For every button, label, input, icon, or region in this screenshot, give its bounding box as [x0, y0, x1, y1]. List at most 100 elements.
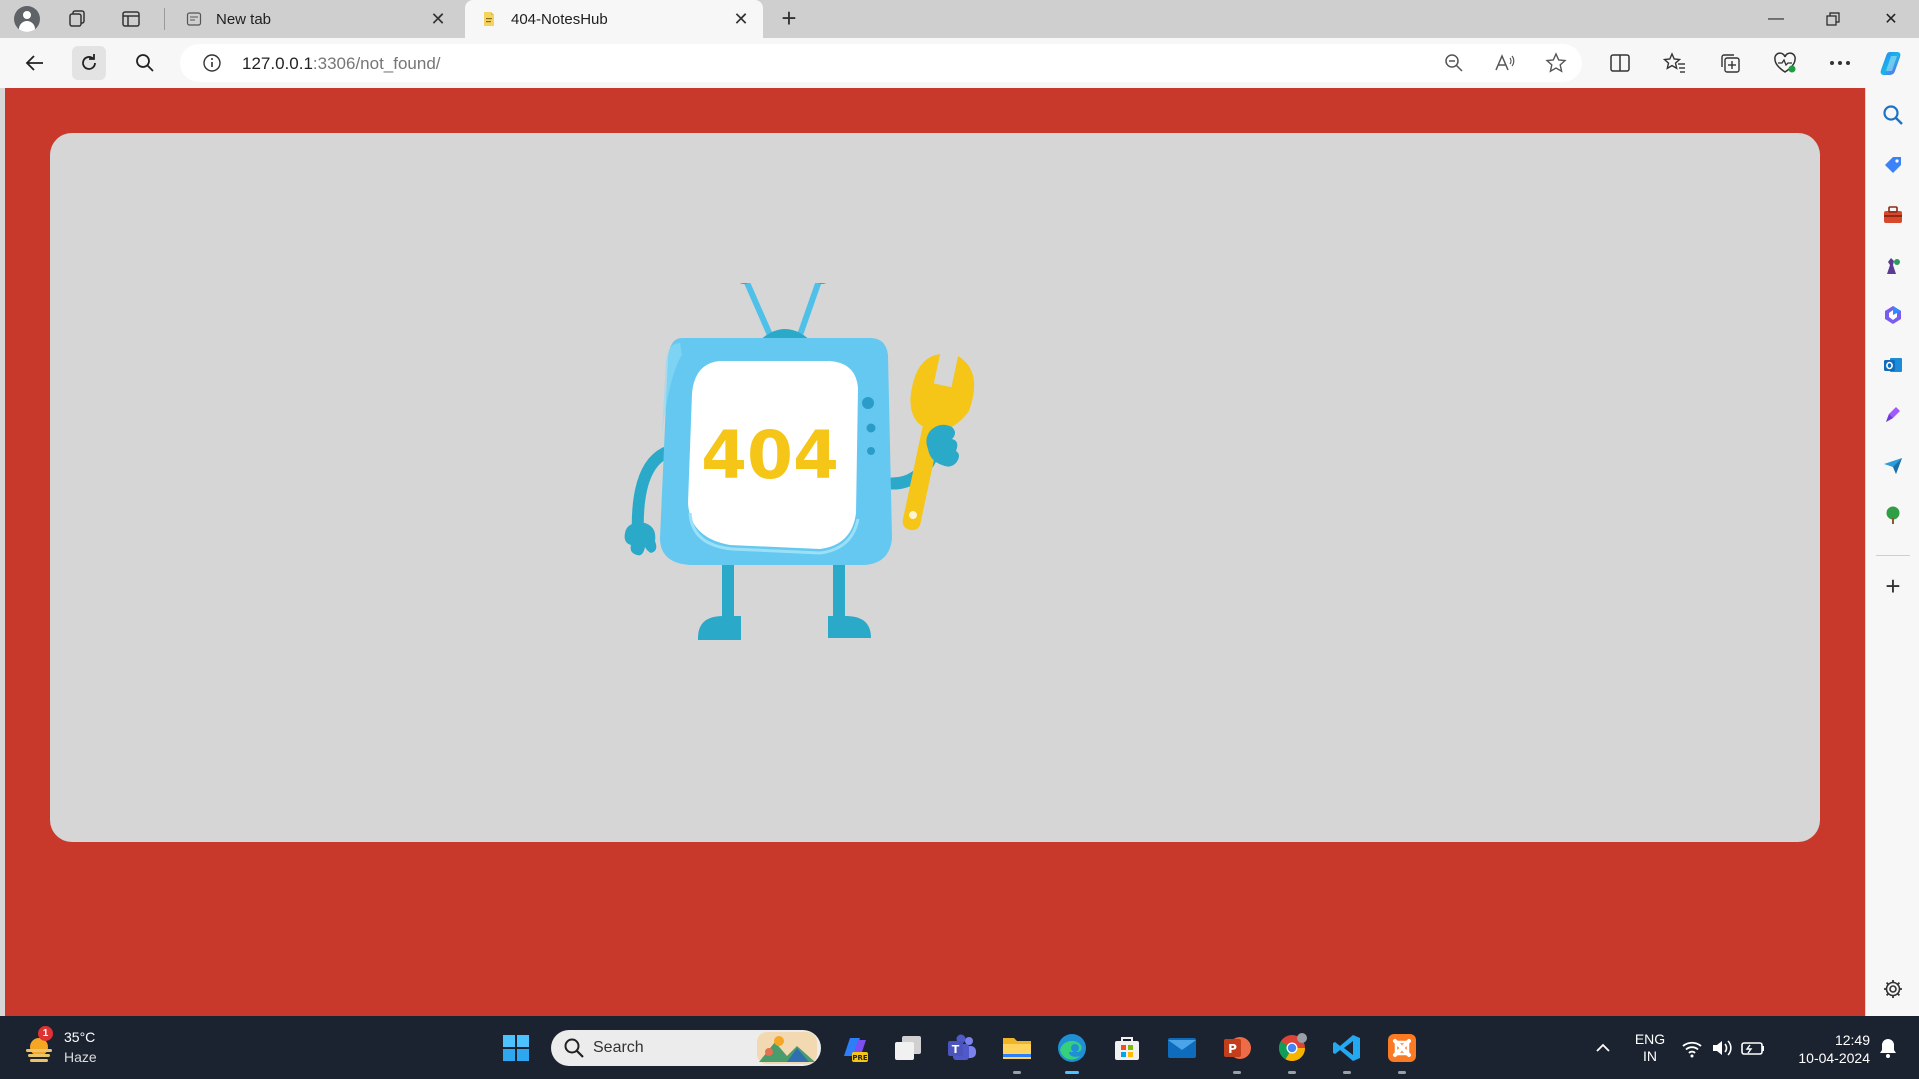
running-indicator: [1013, 1071, 1021, 1074]
vertical-tabs-button[interactable]: [117, 5, 145, 33]
favorites-button[interactable]: [1658, 46, 1692, 80]
sidebar-tree-button[interactable]: [1878, 500, 1908, 530]
store-icon: [1115, 1037, 1139, 1060]
restore-button[interactable]: [1810, 0, 1856, 38]
taskbar-copilot-preview[interactable]: PRE: [836, 1030, 872, 1066]
running-indicator: [1398, 1071, 1406, 1074]
tree-icon: [1886, 506, 1900, 524]
search-icon: [564, 1038, 584, 1058]
gear-icon: [1884, 980, 1902, 998]
show-hidden-icons-button[interactable]: [1585, 1030, 1621, 1066]
workspaces-button[interactable]: [63, 5, 91, 33]
back-button[interactable]: [18, 46, 52, 80]
weather-widget[interactable]: 1 35°C Haze: [22, 1026, 122, 1069]
url-text: 127.0.0.1:3306/not_found/: [242, 54, 441, 74]
site-info-icon[interactable]: [198, 49, 226, 77]
taskbar-file-explorer[interactable]: [999, 1030, 1035, 1074]
sidebar-add-button[interactable]: +: [1878, 571, 1908, 601]
teams-icon: T: [948, 1034, 976, 1060]
input-language-indicator[interactable]: ENG IN: [1630, 1031, 1670, 1065]
sidebar-divider: [1876, 555, 1910, 556]
reload-icon: [82, 54, 96, 70]
taskbar-ms-store[interactable]: [1109, 1030, 1145, 1066]
more-menu-button[interactable]: [1823, 46, 1857, 80]
svg-text:P: P: [1228, 1042, 1237, 1056]
sidebar-designer-button[interactable]: [1878, 400, 1908, 430]
system-tray-status[interactable]: [1680, 1030, 1770, 1066]
favorites-icon: [1663, 52, 1685, 73]
url-path: :3306/not_found/: [312, 54, 441, 73]
read-aloud-icon[interactable]: [1491, 49, 1519, 77]
taskbar-task-view[interactable]: [890, 1030, 926, 1066]
favorite-star-icon[interactable]: [1542, 49, 1570, 77]
reload-button[interactable]: [72, 46, 106, 80]
browser-essentials-button[interactable]: [1768, 46, 1802, 80]
taskbar-search-box[interactable]: Search: [551, 1030, 821, 1066]
search-icon: [1883, 105, 1903, 125]
chevron-up-icon: [1596, 1043, 1610, 1052]
copilot-pre-icon: PRE: [844, 1038, 868, 1062]
region-code: IN: [1643, 1048, 1657, 1064]
active-indicator: [1065, 1071, 1079, 1074]
address-bar[interactable]: 127.0.0.1:3306/not_found/: [180, 44, 1582, 82]
ellipsis-icon: [1830, 61, 1850, 65]
svg-text:PRE: PRE: [852, 1054, 868, 1062]
notification-center-button[interactable]: [1870, 1030, 1906, 1066]
title-bar: New tab ✕ 404-NotesHub ✕ + — ✕: [0, 0, 1919, 38]
split-screen-icon: [1610, 54, 1630, 72]
start-button[interactable]: [498, 1030, 534, 1066]
workspaces-icon: [69, 10, 85, 27]
new-tab-button[interactable]: +: [775, 5, 803, 33]
taskbar-search-label: Search: [593, 1039, 644, 1056]
sidebar-outlook-button[interactable]: [1878, 350, 1908, 380]
windows-taskbar: 1 35°C Haze Search PRE T P ENG IN 12:49 …: [0, 1016, 1919, 1079]
bell-icon: [1880, 1039, 1896, 1058]
page-background: 404: [5, 88, 1865, 1016]
tab-new-tab[interactable]: New tab ✕: [170, 0, 460, 38]
tabs-divider: [164, 8, 165, 30]
send-paper-plane-icon: [1884, 458, 1902, 474]
close-tab-icon[interactable]: ✕: [428, 9, 448, 29]
taskbar-edge[interactable]: [1054, 1030, 1090, 1074]
collections-icon: [1721, 54, 1740, 73]
profile-icon: [14, 6, 40, 32]
sidebar-drop-button[interactable]: [1878, 450, 1908, 480]
taskbar-vscode[interactable]: [1329, 1030, 1365, 1074]
close-tab-icon[interactable]: ✕: [731, 9, 751, 29]
taskbar-powerpoint[interactable]: P: [1219, 1030, 1255, 1074]
sidebar-tools-button[interactable]: [1878, 200, 1908, 230]
url-host: 127.0.0.1: [242, 54, 313, 73]
sidebar-shopping-button[interactable]: [1878, 150, 1908, 180]
vscode-icon: [1333, 1035, 1360, 1061]
heart-pulse-icon: [1774, 52, 1796, 73]
close-window-button[interactable]: ✕: [1868, 0, 1914, 38]
sidebar-settings-button[interactable]: [1878, 974, 1908, 1004]
not-found-card: 404: [50, 133, 1820, 842]
weather-condition: Haze: [64, 1049, 97, 1065]
split-screen-button[interactable]: [1603, 46, 1637, 80]
xampp-icon: [1388, 1034, 1416, 1062]
clock-widget[interactable]: 12:49 10-04-2024: [1780, 1031, 1870, 1067]
sidebar-games-button[interactable]: [1878, 250, 1908, 280]
profile-button[interactable]: [13, 5, 41, 33]
microsoft-365-icon: [1885, 306, 1901, 324]
taskbar-xampp[interactable]: [1384, 1030, 1420, 1074]
sidebar-m365-button[interactable]: [1878, 300, 1908, 330]
clock-date: 10-04-2024: [1798, 1050, 1870, 1066]
edge-sidebar: +: [1866, 88, 1919, 1016]
language-code: ENG: [1634, 1031, 1666, 1047]
taskbar-teams[interactable]: T: [944, 1030, 980, 1066]
copilot-button[interactable]: [1876, 46, 1910, 80]
powerpoint-icon: P: [1224, 1037, 1251, 1059]
zoom-out-icon[interactable]: [1440, 49, 1468, 77]
taskbar-mail[interactable]: [1164, 1030, 1200, 1066]
minimize-button[interactable]: —: [1753, 0, 1799, 38]
weather-temperature: 35°C: [64, 1029, 96, 1045]
sidebar-search-button[interactable]: [1878, 100, 1908, 130]
tab-404-noteshub[interactable]: 404-NotesHub ✕: [465, 0, 763, 38]
wifi-volume-battery-icons: [1682, 1040, 1764, 1058]
new-tab-page-icon: [186, 11, 202, 27]
search-button[interactable]: [128, 46, 162, 80]
collections-button[interactable]: [1713, 46, 1747, 80]
taskbar-chrome[interactable]: [1274, 1030, 1310, 1074]
